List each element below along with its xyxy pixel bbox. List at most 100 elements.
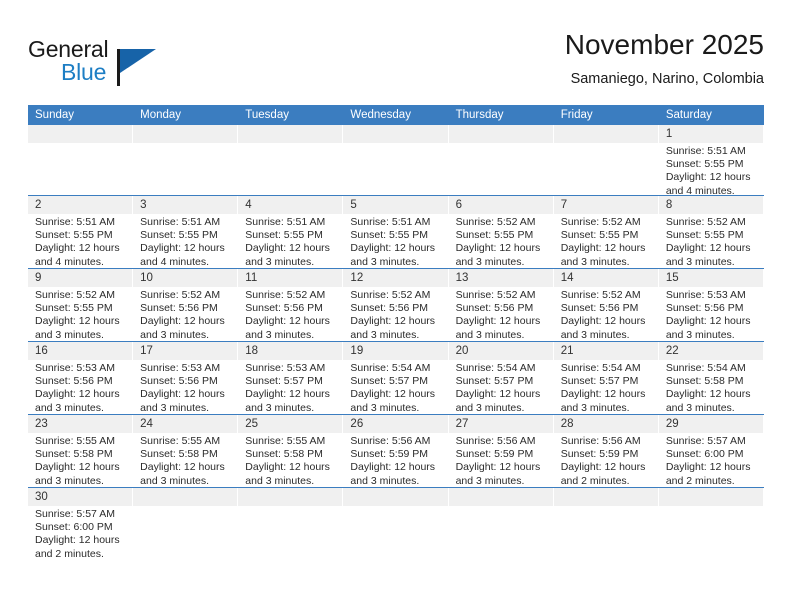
day-sun-info: Sunrise: 5:52 AM Sunset: 5:56 PM Daylight:… [554,287,658,341]
calendar-day-cell[interactable]: 1 Sunrise: 5:51 AM Sunset: 5:55 PM Daylight… [658,125,764,195]
calendar-day-cell-empty [448,125,554,195]
daylight-duration-line1: Daylight: 12 hours [350,461,436,474]
day-sun-info: Sunrise: 5:52 AM Sunset: 5:56 PM Daylight:… [449,287,553,341]
day-number: 21 [560,345,574,357]
day-sun-info: Sunrise: 5:57 AM Sunset: 6:00 PM Daylight:… [28,506,132,561]
day-number: 12 [350,272,364,284]
day-sun-info: Sunrise: 5:54 AM Sunset: 5:57 PM Daylight:… [554,360,658,414]
calendar-day-cell[interactable]: 7 Sunrise: 5:52 AM Sunset: 5:55 PM Daylight… [553,196,659,268]
calendar-day-cell[interactable]: 4 Sunrise: 5:51 AM Sunset: 5:55 PM Daylight… [238,196,344,268]
calendar-day-cell[interactable]: 5 Sunrise: 5:51 AM Sunset: 5:55 PM Daylight… [343,196,449,268]
calendar-day-cell-empty [553,125,659,195]
day-number: 2 [35,199,42,211]
daylight-duration-line1: Daylight: 12 hours [665,242,751,255]
page-header: General Blue November 2025 Samaniego, Na… [28,28,764,98]
calendar-day-cell[interactable]: 27 Sunrise: 5:56 AM Sunset: 5:59 PM Dayligh… [448,415,554,487]
daylight-duration-line1: Daylight: 12 hours [455,242,541,255]
daylight-duration-line1: Daylight: 12 hours [560,461,646,474]
calendar-day-cell[interactable]: 15 Sunrise: 5:53 AM Sunset: 5:56 PM Dayligh… [658,269,764,341]
sunset-time: Sunset: 5:58 PM [35,448,113,461]
sunset-time: Sunset: 5:55 PM [35,229,113,242]
sunrise-time: Sunrise: 5:55 AM [140,435,221,447]
day-sun-info: Sunrise: 5:55 AM Sunset: 5:58 PM Daylight:… [28,433,132,487]
calendar-day-cell[interactable]: 12 Sunrise: 5:52 AM Sunset: 5:56 PM Dayligh… [343,269,449,341]
daylight-duration-line1: Daylight: 12 hours [245,388,330,401]
sunrise-time: Sunrise: 5:51 AM [350,216,431,228]
daylight-duration-line1: Daylight: 12 hours [35,388,120,401]
day-number: 29 [665,418,679,430]
daylight-duration-line2: and 3 minutes. [560,255,630,268]
sunset-time: Sunset: 5:57 PM [245,375,323,388]
calendar-day-cell[interactable]: 8 Sunrise: 5:52 AM Sunset: 5:55 PM Daylight… [658,196,764,268]
calendar-day-cell[interactable]: 6 Sunrise: 5:52 AM Sunset: 5:55 PM Daylight… [448,196,554,268]
day-header-sunday: Sunday [35,109,75,121]
logo-text-blue: Blue [61,59,107,85]
day-sun-info: Sunrise: 5:51 AM Sunset: 5:55 PM Daylight:… [659,143,763,195]
calendar-day-cell-empty [553,488,659,568]
day-sun-info: Sunrise: 5:53 AM Sunset: 5:56 PM Daylight:… [133,360,237,414]
calendar-week-row: 9 Sunrise: 5:52 AM Sunset: 5:55 PM Daylight… [28,269,764,342]
day-number: 23 [35,418,48,430]
daylight-duration-line2: and 3 minutes. [35,474,104,487]
sunrise-time: Sunrise: 5:52 AM [245,289,326,301]
calendar-day-cell[interactable]: 13 Sunrise: 5:52 AM Sunset: 5:56 PM Dayligh… [448,269,554,341]
day-number: 19 [350,345,364,357]
sunrise-time: Sunrise: 5:52 AM [455,216,536,228]
calendar-day-cell[interactable]: 3 Sunrise: 5:51 AM Sunset: 5:55 PM Daylight… [133,196,239,268]
calendar-day-cell-empty [343,488,449,568]
daylight-duration-line1: Daylight: 12 hours [35,461,120,474]
calendar-day-cell[interactable]: 17 Sunrise: 5:53 AM Sunset: 5:56 PM Dayligh… [133,342,239,414]
day-number: 8 [665,199,673,211]
day-header-thursday: Thursday [455,109,504,121]
calendar-day-cell[interactable]: 28 Sunrise: 5:56 AM Sunset: 5:59 PM Dayligh… [553,415,659,487]
calendar-day-cell[interactable]: 9 Sunrise: 5:52 AM Sunset: 5:55 PM Daylight… [28,269,134,341]
daylight-duration-line1: Daylight: 12 hours [350,242,436,255]
sunset-time: Sunset: 5:58 PM [665,375,744,388]
day-number [449,488,553,506]
calendar-day-cell[interactable]: 18 Sunrise: 5:53 AM Sunset: 5:57 PM Dayligh… [238,342,344,414]
sunset-time: Sunset: 5:56 PM [140,375,218,388]
day-sun-info: Sunrise: 5:55 AM Sunset: 5:58 PM Daylight:… [238,433,342,487]
calendar-day-cell[interactable]: 26 Sunrise: 5:56 AM Sunset: 5:59 PM Dayligh… [343,415,449,487]
sunrise-time: Sunrise: 5:51 AM [665,145,746,157]
sunrise-time: Sunrise: 5:55 AM [245,435,326,447]
calendar-day-cell[interactable]: 21 Sunrise: 5:54 AM Sunset: 5:57 PM Dayligh… [553,342,659,414]
calendar-day-cell[interactable]: 10 Sunrise: 5:52 AM Sunset: 5:56 PM Dayligh… [133,269,239,341]
general-blue-logo[interactable]: General Blue [28,36,208,92]
daylight-duration-line2: and 3 minutes. [35,401,104,414]
calendar-day-cell[interactable]: 23 Sunrise: 5:55 AM Sunset: 5:58 PM Dayligh… [28,415,134,487]
sunset-time: Sunset: 5:59 PM [455,448,534,461]
sunset-time: Sunset: 5:56 PM [665,302,744,315]
calendar-day-cell[interactable]: 20 Sunrise: 5:54 AM Sunset: 5:57 PM Dayligh… [448,342,554,414]
day-sun-info: Sunrise: 5:51 AM Sunset: 5:55 PM Daylight:… [28,214,132,268]
day-number: 4 [245,199,252,211]
sunset-time: Sunset: 5:56 PM [560,302,639,315]
calendar-day-cell[interactable]: 24 Sunrise: 5:55 AM Sunset: 5:58 PM Dayligh… [133,415,239,487]
daylight-duration-line1: Daylight: 12 hours [350,388,436,401]
calendar-day-cell[interactable]: 22 Sunrise: 5:54 AM Sunset: 5:58 PM Dayligh… [658,342,764,414]
day-sun-info: Sunrise: 5:56 AM Sunset: 5:59 PM Daylight:… [449,433,553,487]
sunrise-time: Sunrise: 5:52 AM [665,216,746,228]
day-number: 18 [245,345,259,357]
sunrise-time: Sunrise: 5:52 AM [140,289,221,301]
calendar-day-cell[interactable]: 19 Sunrise: 5:54 AM Sunset: 5:57 PM Dayligh… [343,342,449,414]
calendar-week-row: 2 Sunrise: 5:51 AM Sunset: 5:55 PM Daylight… [28,196,764,269]
calendar-day-cell[interactable]: 11 Sunrise: 5:52 AM Sunset: 5:56 PM Dayligh… [238,269,344,341]
calendar-day-cell[interactable]: 25 Sunrise: 5:55 AM Sunset: 5:58 PM Dayligh… [238,415,344,487]
day-sun-info: Sunrise: 5:53 AM Sunset: 5:56 PM Daylight:… [28,360,132,414]
day-sun-info: Sunrise: 5:52 AM Sunset: 5:56 PM Daylight:… [343,287,447,341]
day-number: 20 [455,345,469,357]
sunrise-time: Sunrise: 5:55 AM [35,435,115,447]
day-number [554,125,658,143]
sunset-time: Sunset: 5:55 PM [560,229,639,242]
calendar-day-cell[interactable]: 16 Sunrise: 5:53 AM Sunset: 5:56 PM Dayligh… [28,342,134,414]
daylight-duration-line2: and 3 minutes. [350,255,420,268]
day-header-monday: Monday [140,109,182,121]
calendar-day-cell-empty [133,488,239,568]
calendar-day-cell[interactable]: 14 Sunrise: 5:52 AM Sunset: 5:56 PM Dayligh… [553,269,659,341]
calendar-day-cell[interactable]: 30 Sunrise: 5:57 AM Sunset: 6:00 PM Dayligh… [28,488,134,568]
calendar-day-cell[interactable]: 2 Sunrise: 5:51 AM Sunset: 5:55 PM Daylight… [28,196,134,268]
sunset-time: Sunset: 5:55 PM [350,229,429,242]
calendar-day-cell[interactable]: 29 Sunrise: 5:57 AM Sunset: 6:00 PM Dayligh… [658,415,764,487]
day-header-saturday: Saturday [665,109,712,121]
